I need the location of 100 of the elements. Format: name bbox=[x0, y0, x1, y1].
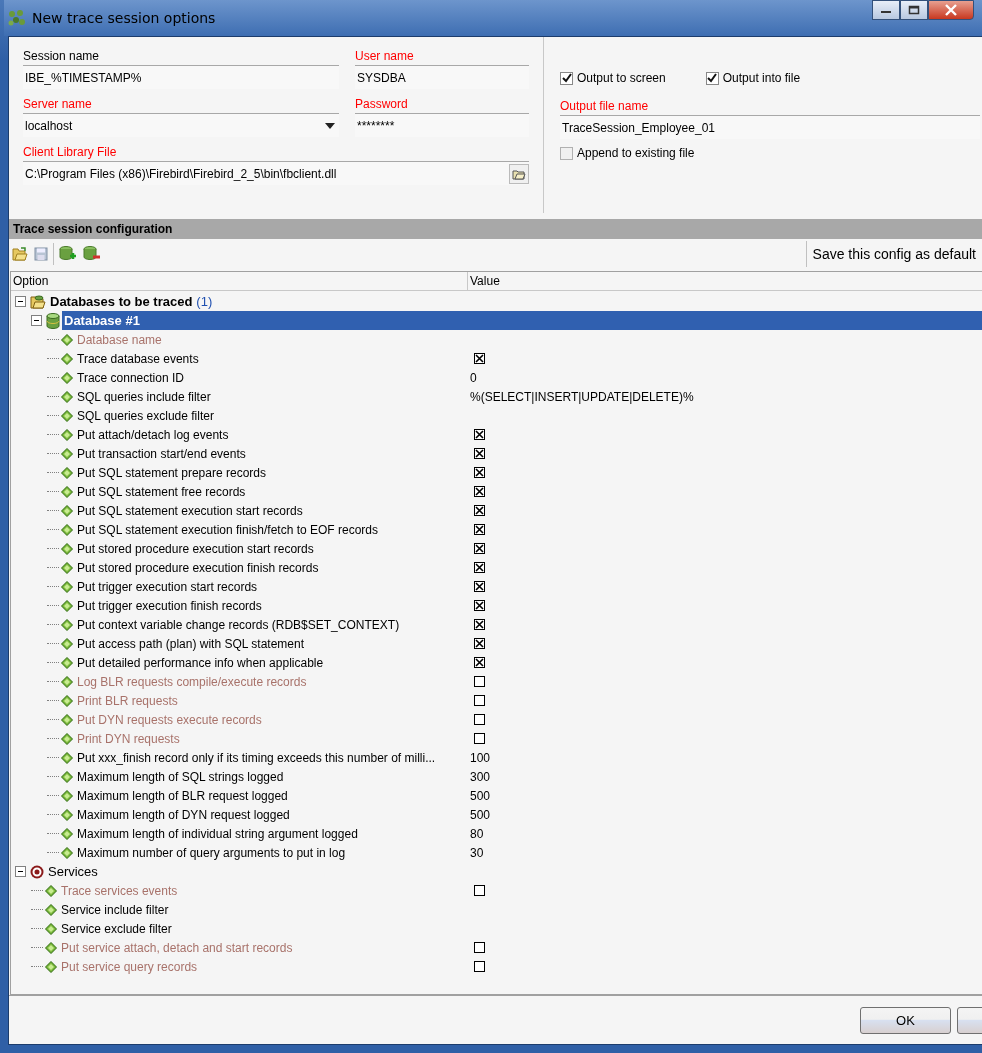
option-label[interactable]: Service include filter bbox=[61, 902, 169, 917]
option-label[interactable]: Put attach/detach log events bbox=[77, 427, 229, 442]
option-label[interactable]: Put access path (plan) with SQL statement bbox=[77, 636, 304, 651]
checkbox[interactable] bbox=[474, 543, 485, 554]
field-label: Output file name bbox=[560, 98, 650, 115]
collapse-toggle[interactable] bbox=[15, 866, 26, 877]
checkbox[interactable] bbox=[474, 638, 485, 649]
diamond-icon bbox=[45, 903, 57, 916]
diamond-icon bbox=[61, 732, 73, 745]
diamond-icon bbox=[61, 428, 73, 441]
option-label[interactable]: SQL queries include filter bbox=[77, 389, 211, 404]
column-header[interactable]: Value bbox=[468, 272, 982, 290]
option-label[interactable]: Put trigger execution start records bbox=[77, 579, 258, 594]
database-icon bbox=[46, 312, 60, 329]
add-database-icon[interactable] bbox=[58, 246, 78, 262]
close-icon bbox=[944, 4, 958, 16]
option-label[interactable]: Put SQL statement prepare records bbox=[77, 465, 266, 480]
remove-database-icon[interactable] bbox=[82, 246, 102, 262]
checkbox[interactable] bbox=[474, 448, 485, 459]
checkbox[interactable] bbox=[474, 600, 485, 611]
diamond-icon bbox=[61, 580, 73, 593]
option-label[interactable]: Put SQL statement free records bbox=[77, 484, 246, 499]
option-label[interactable]: Put SQL statement execution start records bbox=[77, 503, 303, 518]
diamond-icon bbox=[61, 352, 73, 365]
option-label[interactable]: Put detailed performance info when applicable bbox=[77, 655, 324, 670]
option-label[interactable]: SQL queries exclude filter bbox=[77, 408, 214, 423]
checkbox[interactable] bbox=[474, 353, 485, 364]
open-folder-icon[interactable] bbox=[11, 247, 29, 261]
option-label[interactable]: Put stored procedure execution finish records bbox=[77, 560, 319, 575]
option-label[interactable]: Put stored procedure execution start records bbox=[77, 541, 314, 556]
diamond-icon bbox=[61, 542, 73, 555]
section-header: Trace session configuration bbox=[9, 219, 982, 239]
column-header[interactable]: Option bbox=[11, 272, 468, 290]
diamond-icon bbox=[61, 713, 73, 726]
app-icon bbox=[8, 9, 26, 27]
diamond-icon bbox=[45, 884, 57, 897]
input-field[interactable]: C:\Program Files (x86)\Firebird\Firebird_2_5\bin\fbclient.dll bbox=[23, 161, 529, 185]
open-folder-icon bbox=[512, 167, 526, 180]
checkbox[interactable] bbox=[474, 467, 485, 478]
caret-icon bbox=[325, 122, 335, 129]
field-label: Password bbox=[355, 96, 409, 113]
checkbox[interactable]: Output to screen bbox=[560, 71, 666, 85]
option-label[interactable]: Trace connection ID bbox=[77, 370, 184, 385]
option-label[interactable]: Put trigger execution finish records bbox=[77, 598, 262, 613]
option-label[interactable]: Maximum length of SQL strings logged bbox=[77, 769, 284, 784]
option-label[interactable]: Service exclude filter bbox=[61, 921, 172, 936]
diamond-icon bbox=[61, 390, 73, 403]
checkbox[interactable]: Output into file bbox=[705, 71, 801, 85]
option-value: 500 bbox=[470, 788, 491, 803]
option-label[interactable]: Maximum length of individual string argument logged bbox=[77, 826, 358, 841]
option-label[interactable]: Put SQL statement execution finish/fetch to EOF records bbox=[77, 522, 379, 537]
option-label[interactable]: Trace database events bbox=[77, 351, 199, 366]
option-label[interactable]: Maximum number of query arguments to put in log bbox=[77, 845, 346, 860]
option-value: 0 bbox=[470, 370, 477, 385]
browse-button[interactable] bbox=[509, 163, 529, 184]
diamond-icon bbox=[61, 770, 73, 783]
checkbox[interactable] bbox=[474, 619, 485, 630]
diamond-icon bbox=[61, 599, 73, 612]
field-label: Session name bbox=[23, 48, 101, 65]
save-default-button[interactable]: Save this config as default bbox=[805, 241, 980, 267]
collapse-toggle[interactable] bbox=[31, 315, 42, 326]
checkbox[interactable] bbox=[474, 486, 485, 497]
diamond-icon bbox=[61, 504, 73, 517]
tree-node[interactable]: Databases to be traced (1) bbox=[48, 292, 215, 311]
field-label: Client Library File bbox=[23, 144, 118, 161]
option-value: 30 bbox=[470, 845, 484, 860]
diamond-icon bbox=[61, 656, 73, 669]
option-label[interactable]: Put xxx_finish record only if its timing exceeds this number of milli... bbox=[77, 750, 436, 765]
option-label[interactable]: Put context variable change records (RDB$SET_CONTEXT) bbox=[77, 617, 400, 632]
diamond-icon bbox=[61, 447, 73, 460]
diamond-icon bbox=[61, 333, 73, 346]
checkbox[interactable] bbox=[474, 524, 485, 535]
checkbox[interactable] bbox=[474, 657, 485, 668]
diamond-icon bbox=[61, 827, 73, 840]
maximize-button[interactable] bbox=[900, 0, 928, 20]
close-button[interactable] bbox=[928, 0, 974, 20]
node-label: Database #1 bbox=[64, 313, 140, 328]
diamond-icon bbox=[61, 523, 73, 536]
diamond-icon bbox=[61, 675, 73, 688]
checkbox[interactable] bbox=[474, 562, 485, 573]
tree-node[interactable]: Database #1 bbox=[62, 311, 982, 330]
checkbox[interactable]: Append to existing file bbox=[560, 146, 982, 160]
checkbox[interactable] bbox=[474, 429, 485, 440]
diamond-icon bbox=[61, 485, 73, 498]
option-label[interactable]: Maximum length of BLR request logged bbox=[77, 788, 288, 803]
ok-button[interactable]: OK bbox=[860, 1006, 951, 1034]
option-label[interactable]: Maximum length of DYN request logged bbox=[77, 807, 290, 822]
checkbox[interactable] bbox=[474, 505, 485, 516]
tree-node[interactable]: Services bbox=[46, 862, 100, 881]
checkbox[interactable] bbox=[474, 581, 485, 592]
field-label: Server name bbox=[23, 96, 93, 113]
collapse-toggle[interactable] bbox=[15, 296, 26, 307]
diamond-icon bbox=[61, 409, 73, 422]
option-label[interactable]: Put transaction start/end events bbox=[77, 446, 246, 461]
diamond-icon bbox=[45, 941, 57, 954]
option-value: %(SELECT|INSERT|UPDATE|DELETE)% bbox=[470, 389, 694, 404]
field-label: User name bbox=[355, 48, 415, 65]
diamond-icon bbox=[45, 960, 57, 973]
diamond-icon bbox=[61, 789, 73, 802]
minimize-button[interactable] bbox=[872, 0, 900, 20]
